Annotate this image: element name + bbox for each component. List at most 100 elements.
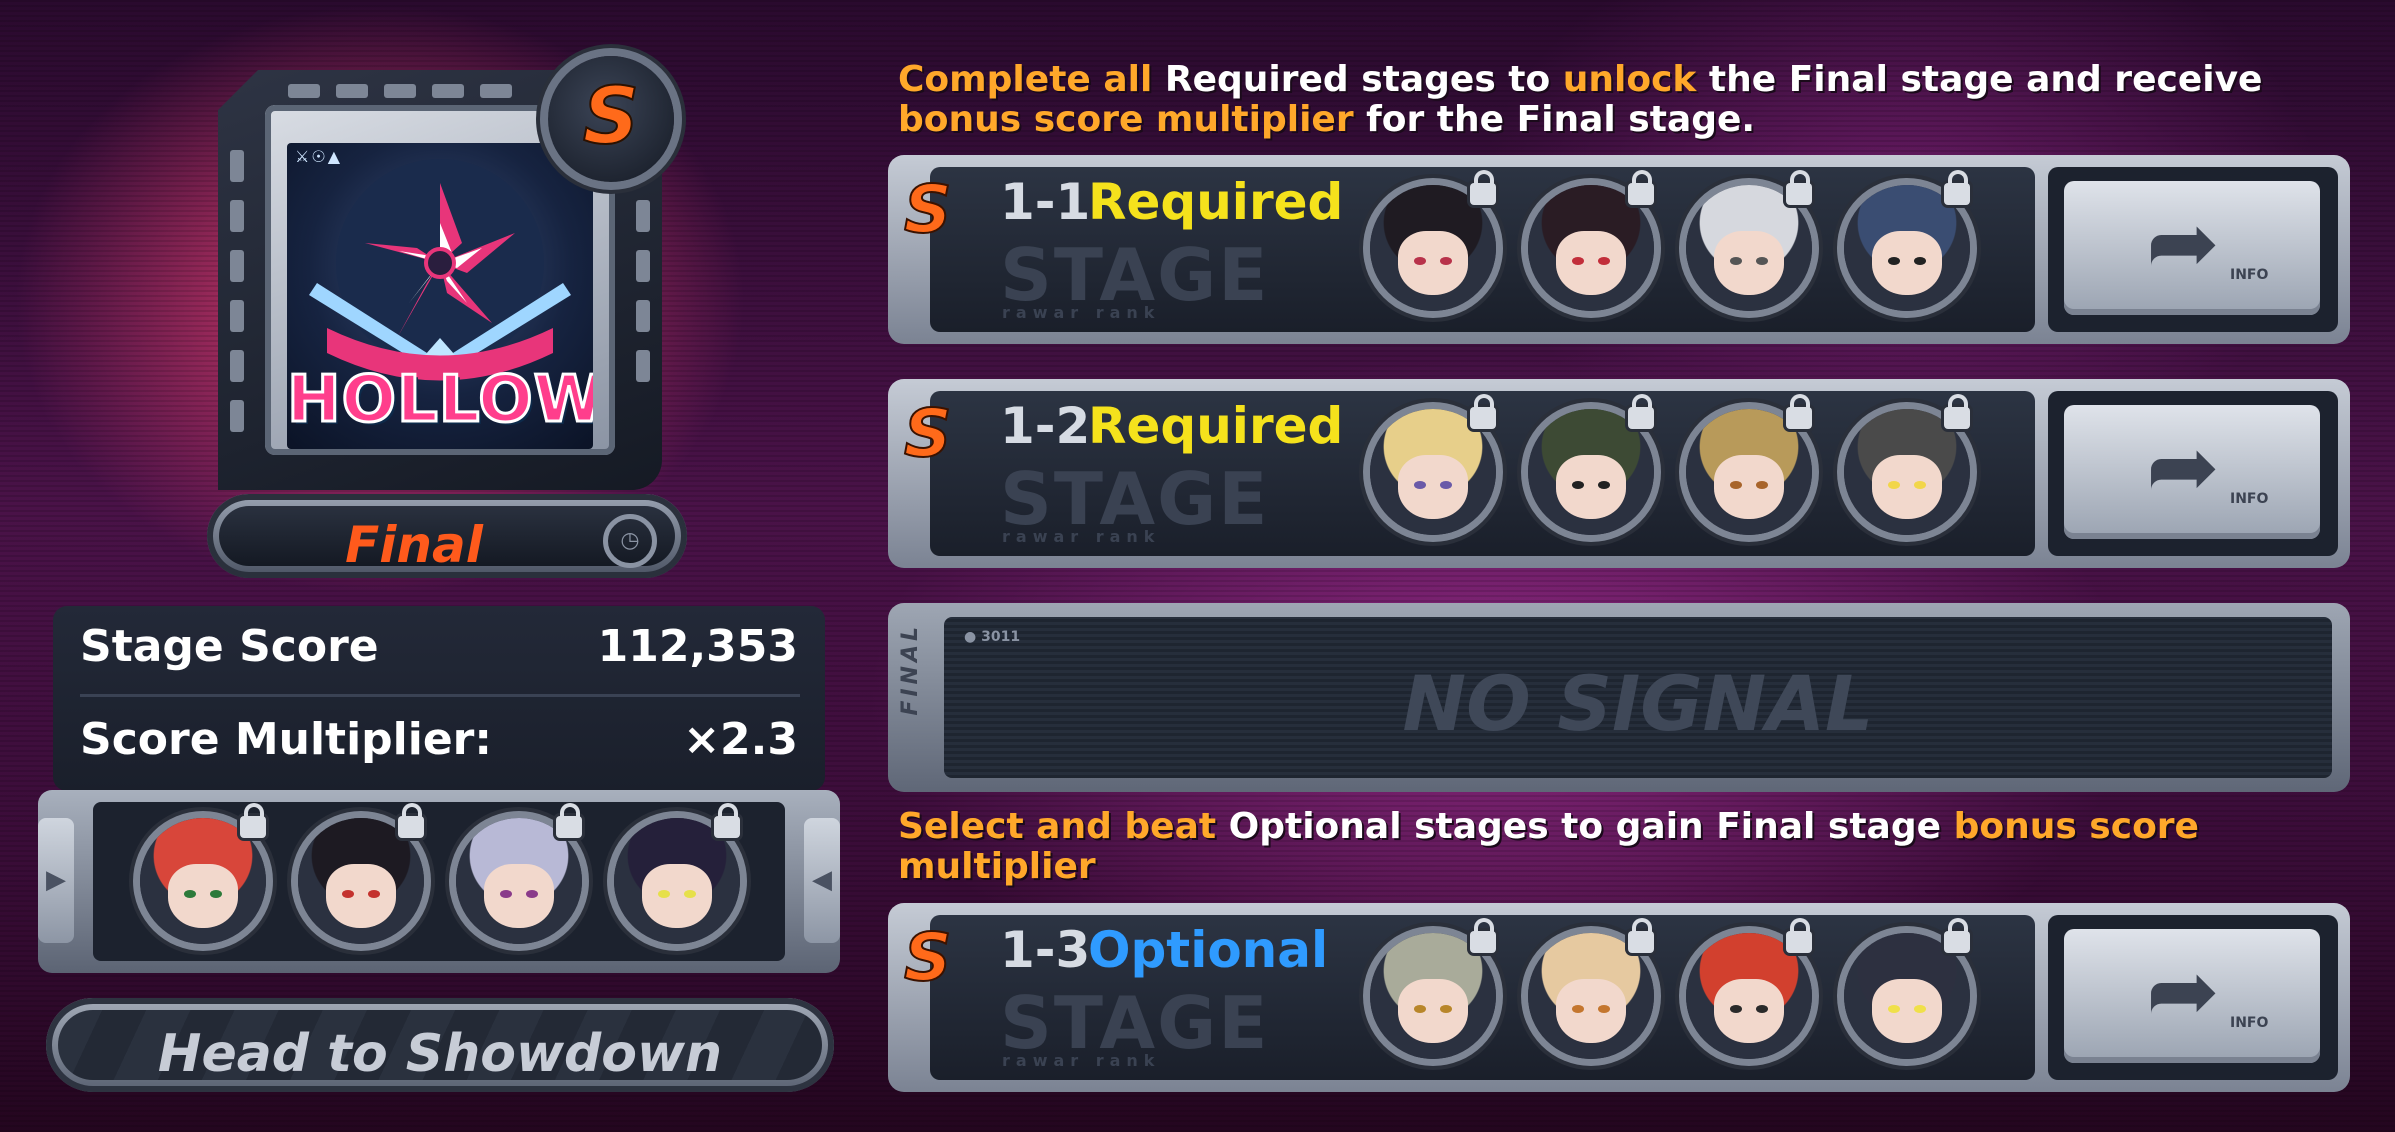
right-eye: [1440, 481, 1452, 489]
left-eye: [1888, 257, 1900, 265]
no-signal-text: NO SIGNAL: [1402, 659, 1874, 748]
left-eye: [1888, 481, 1900, 489]
stage-rank-icon: S: [903, 918, 953, 997]
info-label: INFO: [2230, 1015, 2269, 1031]
head-to-showdown-button[interactable]: Head to Showdown: [46, 998, 834, 1092]
instr-select-beat: Select and beat: [898, 806, 1217, 847]
stage-watermark-sub: rawar rank: [1002, 527, 1161, 546]
info-label: INFO: [2230, 267, 2269, 283]
final-stage-label-bar: Final ◷: [207, 494, 687, 578]
left-eye: [1572, 257, 1584, 265]
info-box: ➦ INFO: [2048, 915, 2338, 1080]
stage-score-label: Stage Score: [80, 621, 379, 672]
left-eye: [184, 890, 196, 898]
stage-info-button[interactable]: ➦ INFO: [2064, 929, 2320, 1063]
portrait-face: [642, 864, 712, 928]
screen-small-label: ● 3011: [964, 629, 1021, 645]
left-eye: [1572, 481, 1584, 489]
stage-type-tag: Required: [1088, 173, 1344, 231]
left-eye: [658, 890, 670, 898]
left-eye: [1414, 481, 1426, 489]
stage-code: 1-3: [1000, 921, 1091, 979]
right-eye: [1756, 481, 1768, 489]
final-side-label: FINAL: [898, 623, 923, 716]
portrait-face: [1556, 455, 1626, 519]
info-label: INFO: [2230, 491, 2269, 507]
instr-text-c: for the Final stage.: [1353, 99, 1756, 140]
right-eye: [1756, 1005, 1768, 1013]
stage-info-button[interactable]: ➦ INFO: [2064, 181, 2320, 315]
stage-info-button[interactable]: ➦ INFO: [2064, 405, 2320, 539]
stage-watermark-sub: rawar rank: [1002, 1051, 1161, 1070]
lock-icon: [1944, 170, 1970, 205]
right-eye: [1598, 1005, 1610, 1013]
redo-arrow-icon: ➦: [2146, 415, 2220, 518]
multiplier-row: Score Multiplier: ×2.3: [80, 714, 798, 765]
showdown-inner: Head to Showdown: [58, 1010, 822, 1084]
stage-row-1-3[interactable]: S 1-3 Optional STAGE rawar rank ➦ INFO: [888, 903, 2350, 1092]
portrait-face: [1556, 979, 1626, 1043]
info-box: ➦ INFO: [2048, 167, 2338, 332]
lock-icon: [1470, 394, 1496, 429]
roster-prev-tab[interactable]: ▶: [38, 818, 74, 943]
stage-type-tag: Optional: [1088, 921, 1329, 979]
stage-watermark-sub: rawar rank: [1002, 303, 1161, 322]
final-stage-slot: FINAL ● 3011 NO SIGNAL: [888, 603, 2350, 792]
stage-rank-icon: S: [903, 394, 953, 473]
portrait-face: [1872, 979, 1942, 1043]
portrait-face: [1398, 979, 1468, 1043]
lock-icon: [1628, 918, 1654, 953]
portrait-face: [1714, 979, 1784, 1043]
stage-code: 1-1: [1000, 173, 1091, 231]
instr-text-d: Optional stages to gain Final stage: [1216, 806, 1954, 847]
stage-code: 1-2: [1000, 397, 1091, 455]
roster-next-tab[interactable]: ◀: [804, 818, 840, 943]
left-eye: [1730, 481, 1742, 489]
stage-score-row: Stage Score 112,353: [80, 621, 798, 672]
required-instructions: Complete all Required stages to unlock t…: [898, 60, 2348, 140]
showdown-label: Head to Showdown: [157, 1024, 723, 1084]
lock-icon: [1786, 170, 1812, 205]
right-eye: [1440, 257, 1452, 265]
stage-row-1-2[interactable]: S 1-2 Required STAGE rawar rank ➦ INFO: [888, 379, 2350, 568]
multiplier-label: Score Multiplier:: [80, 714, 492, 765]
lock-icon: [1786, 918, 1812, 953]
art-title: HOLLOW: [287, 362, 593, 439]
instr-bonus-multiplier: bonus score multiplier: [898, 99, 1354, 140]
right-eye: [368, 890, 380, 898]
hollow-stage-art: ⚔☉▲ HOLLOW: [287, 143, 593, 449]
lock-icon: [1628, 394, 1654, 429]
stage-row-1-1[interactable]: S 1-1 Required STAGE rawar rank ➦ INFO: [888, 155, 2350, 344]
right-eye: [1914, 257, 1926, 265]
portrait-face: [1398, 231, 1468, 295]
rank-letter: S: [582, 71, 640, 163]
left-eye: [1414, 257, 1426, 265]
left-eye: [1572, 1005, 1584, 1013]
portrait-face: [1398, 455, 1468, 519]
multiplier-value: ×2.3: [683, 714, 798, 765]
right-eye: [1440, 1005, 1452, 1013]
instr-multiplier: multiplier: [898, 846, 1096, 887]
lock-icon: [556, 803, 582, 838]
portrait-face: [1872, 231, 1942, 295]
info-box: ➦ INFO: [2048, 391, 2338, 556]
left-eye: [1730, 1005, 1742, 1013]
right-eye: [1598, 481, 1610, 489]
lock-icon: [398, 803, 424, 838]
redo-arrow-icon: ➦: [2146, 939, 2220, 1042]
lock-icon: [1470, 918, 1496, 953]
portrait-face: [1714, 231, 1784, 295]
lock-icon: [1628, 170, 1654, 205]
portrait-face: [326, 864, 396, 928]
score-divider: [80, 694, 800, 697]
right-eye: [1598, 257, 1610, 265]
right-eye: [210, 890, 222, 898]
stage-score-value: 112,353: [597, 621, 798, 672]
stage-type-tag: Required: [1088, 397, 1344, 455]
instr-text-a: Required stages to: [1152, 59, 1563, 100]
portrait-face: [1872, 455, 1942, 519]
lock-icon: [1944, 918, 1970, 953]
lock-icon: [1786, 394, 1812, 429]
rank-badge: S: [548, 56, 674, 182]
portrait-face: [168, 864, 238, 928]
